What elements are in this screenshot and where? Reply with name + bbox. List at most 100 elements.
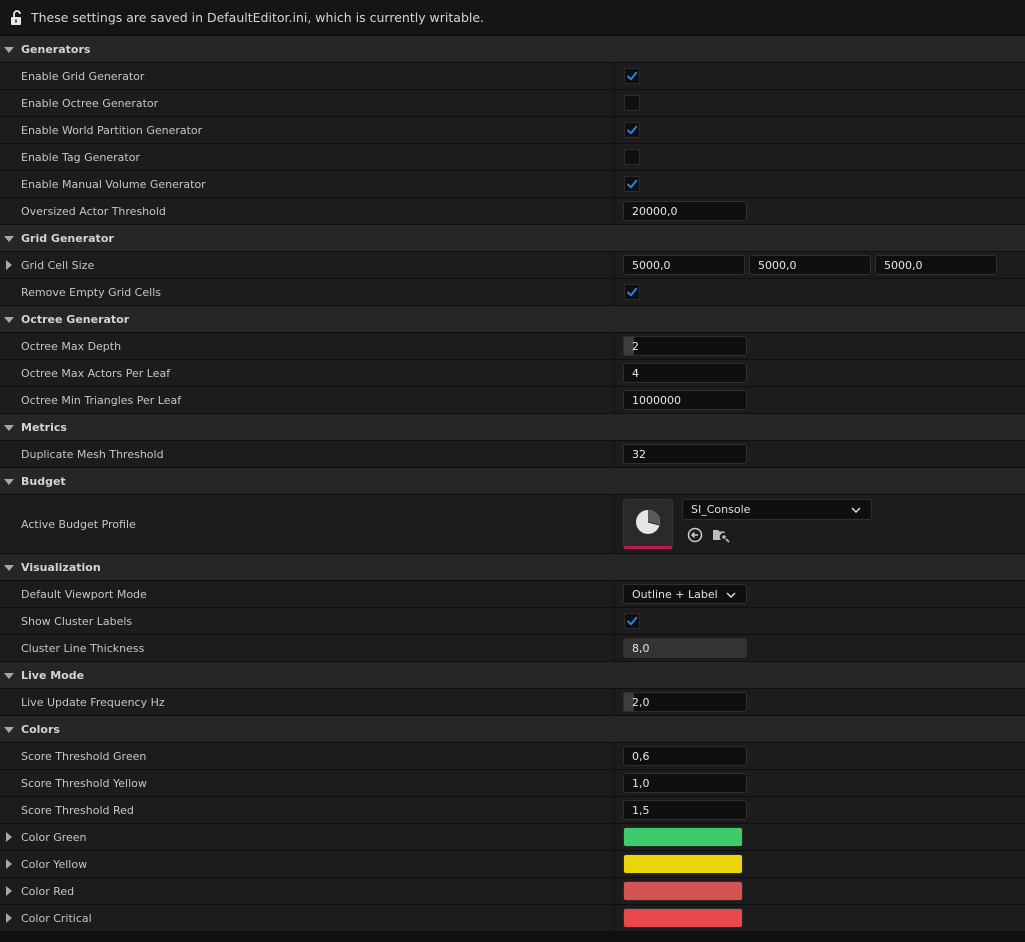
column-divider[interactable]: [614, 770, 615, 796]
column-divider[interactable]: [614, 905, 615, 931]
grid-cell-size-component-z-input[interactable]: 5000,0: [875, 255, 997, 275]
oversized-actor-threshold-input[interactable]: 20000,0: [623, 201, 747, 221]
collapse-arrow-icon[interactable]: [4, 236, 14, 242]
expand-arrow-icon[interactable]: [6, 832, 12, 842]
collapse-arrow-icon[interactable]: [4, 317, 14, 323]
column-divider[interactable]: [614, 495, 615, 553]
expand-arrow-icon[interactable]: [6, 886, 12, 896]
column-divider[interactable]: [614, 171, 615, 197]
color-critical-swatch[interactable]: [623, 908, 743, 928]
column-divider[interactable]: [614, 581, 615, 607]
column-divider[interactable]: [614, 441, 615, 467]
enable-manual-volume-generator-checkbox[interactable]: [624, 176, 640, 192]
property-row-octree-min-triangles-per-leaf: Octree Min Triangles Per Leaf 1000000: [0, 387, 1025, 414]
octree-max-actors-per-leaf-input[interactable]: 4: [623, 363, 747, 383]
value-cell: [623, 613, 640, 629]
enable-grid-generator-checkbox[interactable]: [624, 68, 640, 84]
expand-arrow-icon[interactable]: [6, 913, 12, 923]
column-divider[interactable]: [614, 851, 615, 877]
column-divider[interactable]: [614, 117, 615, 143]
collapse-arrow-icon[interactable]: [4, 727, 14, 733]
column-divider[interactable]: [614, 878, 615, 904]
enable-octree-generator-checkbox[interactable]: [624, 95, 640, 111]
value-cell: [623, 908, 743, 928]
value-cell: 4: [623, 363, 747, 383]
expand-arrow-icon[interactable]: [6, 859, 12, 869]
value-cell: [623, 881, 743, 901]
input-value: 1,0: [632, 776, 650, 790]
color-yellow-swatch[interactable]: [623, 854, 743, 874]
property-label: Show Cluster Labels: [21, 614, 133, 628]
default-viewport-mode-dropdown[interactable]: Outline + Label: [623, 584, 747, 604]
column-divider[interactable]: [614, 797, 615, 823]
value-cell: 32: [623, 444, 747, 464]
grid-cell-size-component-x-input[interactable]: 5000,0: [623, 255, 745, 275]
enable-world-partition-generator-checkbox[interactable]: [624, 122, 640, 138]
section-colors[interactable]: Colors: [0, 716, 1025, 743]
section-octree-generator[interactable]: Octree Generator: [0, 306, 1025, 333]
column-divider[interactable]: [614, 144, 615, 170]
section-metrics[interactable]: Metrics: [0, 414, 1025, 441]
collapse-arrow-icon[interactable]: [4, 479, 14, 485]
value-cell: [623, 284, 640, 300]
section-budget[interactable]: Budget: [0, 468, 1025, 495]
property-label: Live Update Frequency Hz: [21, 695, 165, 709]
column-divider[interactable]: [614, 635, 615, 661]
property-row-default-viewport-mode: Default Viewport Mode Outline + Label: [0, 581, 1025, 608]
expand-arrow-icon[interactable]: [6, 260, 12, 270]
input-value: 1,5: [632, 803, 650, 817]
score-threshold-green-input[interactable]: 0,6: [623, 746, 747, 766]
property-label: Enable Manual Volume Generator: [21, 177, 206, 191]
show-cluster-labels-checkbox[interactable]: [624, 613, 640, 629]
color-red-swatch[interactable]: [623, 881, 743, 901]
input-value: 2: [632, 339, 639, 353]
score-threshold-yellow-input[interactable]: 1,0: [623, 773, 747, 793]
column-divider[interactable]: [614, 689, 615, 715]
column-divider[interactable]: [614, 63, 615, 89]
value-cell: [623, 68, 640, 84]
input-value: 5000,0: [758, 258, 797, 272]
column-divider[interactable]: [614, 360, 615, 386]
score-threshold-red-input[interactable]: 1,5: [623, 800, 747, 820]
input-value: 5000,0: [884, 258, 923, 272]
section-generators[interactable]: Generators: [0, 36, 1025, 63]
property-row-active-budget-profile: Active Budget Profile SI_Console: [0, 495, 1025, 554]
section-visualization[interactable]: Visualization: [0, 554, 1025, 581]
column-divider[interactable]: [614, 387, 615, 413]
column-divider[interactable]: [614, 824, 615, 850]
collapse-arrow-icon[interactable]: [4, 47, 14, 53]
column-divider[interactable]: [614, 743, 615, 769]
cluster-line-thickness-input[interactable]: 8,0: [623, 638, 747, 658]
section-title: Colors: [21, 722, 60, 736]
asset-thumbnail[interactable]: [623, 499, 673, 549]
collapse-arrow-icon[interactable]: [4, 565, 14, 571]
live-update-frequency-hz-input[interactable]: 2,0: [623, 692, 747, 712]
use-selected-asset-icon[interactable]: [686, 526, 704, 544]
octree-min-triangles-per-leaf-input[interactable]: 1000000: [623, 390, 747, 410]
color-green-swatch[interactable]: [623, 827, 743, 847]
section-grid-generator[interactable]: Grid Generator: [0, 225, 1025, 252]
column-divider[interactable]: [614, 252, 615, 278]
column-divider[interactable]: [614, 90, 615, 116]
column-divider[interactable]: [614, 333, 615, 359]
browse-asset-icon[interactable]: [712, 526, 730, 544]
notice-text: These settings are saved in DefaultEdito…: [31, 10, 485, 25]
octree-max-depth-input[interactable]: 2: [623, 336, 747, 356]
property-row-show-cluster-labels: Show Cluster Labels: [0, 608, 1025, 635]
settings-notice: These settings are saved in DefaultEdito…: [0, 0, 1025, 36]
grid-cell-size-component-y-input[interactable]: 5000,0: [749, 255, 871, 275]
asset-picker-dropdown[interactable]: SI_Console: [682, 499, 872, 520]
duplicate-mesh-threshold-input[interactable]: 32: [623, 444, 747, 464]
collapse-arrow-icon[interactable]: [4, 425, 14, 431]
enable-tag-generator-checkbox[interactable]: [624, 149, 640, 165]
collapse-arrow-icon[interactable]: [4, 673, 14, 679]
column-divider[interactable]: [614, 198, 615, 224]
section-title: Metrics: [21, 420, 67, 434]
value-cell: [623, 854, 743, 874]
section-live-mode[interactable]: Live Mode: [0, 662, 1025, 689]
remove-empty-grid-cells-checkbox[interactable]: [624, 284, 640, 300]
property-label: Color Red: [21, 884, 75, 898]
column-divider[interactable]: [614, 608, 615, 634]
property-label: Active Budget Profile: [21, 517, 136, 531]
column-divider[interactable]: [614, 279, 615, 305]
